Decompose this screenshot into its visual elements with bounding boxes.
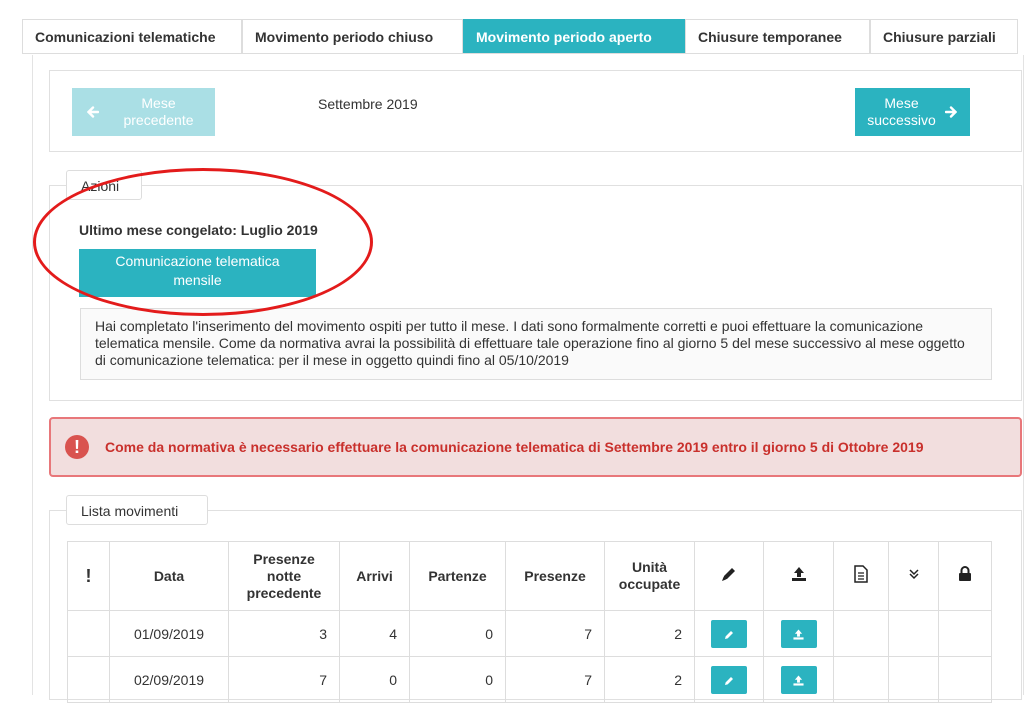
alert-text: Come da normativa è necessario effettuar…	[105, 439, 924, 455]
tab-bar: Comunicazioni telematiche Movimento peri…	[22, 19, 1018, 54]
pencil-icon	[722, 568, 735, 581]
table-row: 02/09/2019 7 0 0 7 2	[67, 656, 992, 703]
header-lock	[938, 541, 992, 611]
row-partenze: 0	[409, 610, 506, 657]
double-chevron-down-icon	[908, 569, 919, 580]
row-partenze: 0	[409, 656, 506, 703]
actions-info-text: Hai completato l'inserimento del movimen…	[80, 308, 992, 380]
row-document-cell	[833, 656, 889, 703]
header-presenze: Presenze	[505, 541, 605, 611]
row-data: 02/09/2019	[109, 656, 229, 703]
row-presenze-notte: 7	[228, 656, 340, 703]
document-icon	[854, 565, 868, 583]
header-expand	[888, 541, 939, 611]
arrow-left-icon	[84, 103, 102, 121]
next-month-label: Mese successivo	[867, 95, 936, 128]
row-lock-cell	[938, 610, 992, 657]
row-lock-cell	[938, 656, 992, 703]
tab-comunicazioni-telematiche[interactable]: Comunicazioni telematiche	[22, 19, 242, 53]
exclamation-circle-icon: !	[65, 435, 89, 459]
row-flag	[67, 656, 110, 703]
row-presenze: 7	[505, 610, 605, 657]
header-flag: !	[67, 541, 110, 611]
previous-month-label: Mese precedente	[123, 95, 194, 128]
tab-chiusure-parziali[interactable]: Chiusure parziali	[870, 19, 1018, 53]
monthly-telematic-communication-button[interactable]: Comunicazione telematica mensile	[79, 249, 316, 297]
header-edit	[694, 541, 764, 611]
arrow-right-icon	[942, 103, 960, 121]
row-edit-cell	[694, 610, 764, 657]
movements-table: ! Data Presenze notte precedente Arrivi Pa…	[67, 541, 992, 703]
row-upload-cell	[763, 656, 834, 703]
movements-legend: Lista movimenti	[66, 495, 208, 525]
row-unita: 2	[604, 656, 695, 703]
table-row: 01/09/2019 3 4 0 7 2	[67, 610, 992, 657]
row-presenze-notte: 3	[228, 610, 340, 657]
next-month-button[interactable]: Mese successivo	[855, 88, 970, 136]
row-arrivi: 4	[339, 610, 410, 657]
row-edit-cell	[694, 656, 764, 703]
row-expand-cell	[888, 610, 939, 657]
row-upload-cell	[763, 610, 834, 657]
edit-row-button[interactable]	[711, 619, 747, 648]
deadline-alert: ! Come da normativa è necessario effettu…	[49, 417, 1022, 477]
pencil-icon	[725, 630, 733, 639]
upload-icon	[793, 675, 804, 686]
lock-icon	[959, 566, 971, 581]
header-document	[833, 541, 889, 611]
edit-row-button[interactable]	[711, 665, 747, 694]
row-expand-cell	[888, 656, 939, 703]
tab-chiusure-temporanee[interactable]: Chiusure temporanee	[685, 19, 870, 53]
upload-row-button[interactable]	[780, 665, 817, 694]
current-month: Settembre 2019	[318, 96, 418, 112]
month-navigation: Mese precedente Settembre 2019 Mese succes…	[49, 70, 1022, 152]
table-header-row: ! Data Presenze notte precedente Arrivi Pa…	[67, 541, 992, 611]
upload-icon	[793, 629, 804, 640]
actions-legend: Azioni	[66, 170, 142, 200]
header-arrivi: Arrivi	[339, 541, 410, 611]
header-presenze-notte-precedente: Presenze notte precedente	[228, 541, 340, 611]
row-data: 01/09/2019	[109, 610, 229, 657]
tab-movimento-periodo-aperto[interactable]: Movimento periodo aperto	[463, 19, 685, 53]
row-document-cell	[833, 610, 889, 657]
row-arrivi: 0	[339, 656, 410, 703]
header-data: Data	[109, 541, 229, 611]
header-unita-occupate: Unità occupate	[604, 541, 695, 611]
previous-month-button[interactable]: Mese precedente	[72, 88, 215, 136]
header-partenze: Partenze	[409, 541, 506, 611]
upload-icon	[791, 567, 806, 581]
last-frozen-month: Ultimo mese congelato: Luglio 2019	[79, 222, 318, 238]
upload-row-button[interactable]	[780, 619, 817, 648]
row-unita: 2	[604, 610, 695, 657]
tab-movimento-periodo-chiuso[interactable]: Movimento periodo chiuso	[242, 19, 463, 53]
row-flag	[67, 610, 110, 657]
row-presenze: 7	[505, 656, 605, 703]
header-upload	[763, 541, 834, 611]
